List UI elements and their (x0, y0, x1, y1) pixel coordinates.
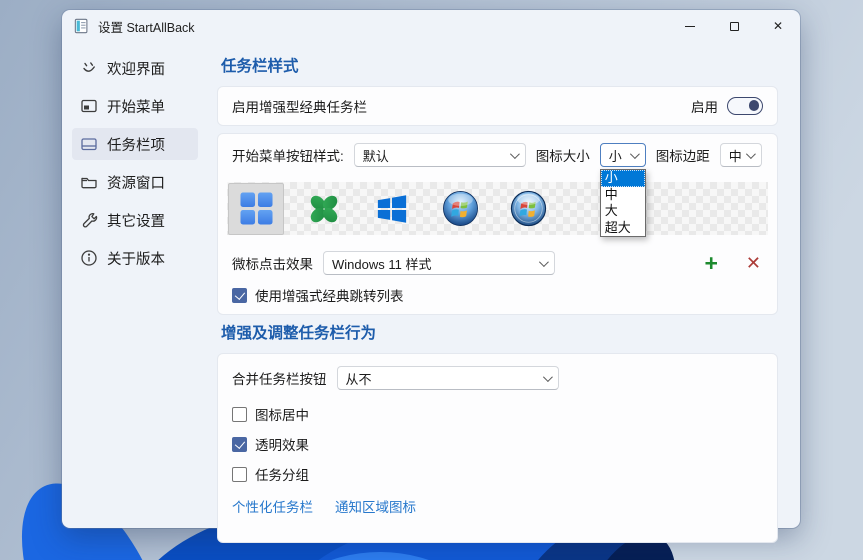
icon-size-option-list: 小 中 大 超大 (600, 169, 646, 237)
windows-10-logo (376, 193, 408, 225)
icon-size-value: 小 (609, 146, 622, 165)
chevron-down-icon (630, 149, 640, 159)
toggle-state-label: 启用 (691, 96, 718, 116)
sidebar-item-label: 任务栏项 (107, 134, 165, 155)
sidebar-item-label: 开始菜单 (107, 96, 165, 117)
sidebar-item-about[interactable]: 关于版本 (72, 242, 198, 274)
window-title: 设置 StartAllBack (98, 17, 195, 36)
icon-margin-label: 图标边距 (656, 145, 710, 165)
combine-buttons-value: 从不 (346, 369, 372, 388)
section-heading-taskbar-style: 任务栏样式 (221, 54, 778, 76)
chevron-down-icon (746, 149, 756, 159)
icon-size-select[interactable]: 小 (600, 143, 646, 167)
clover-logo (308, 193, 340, 225)
windows-vista-orb (510, 190, 547, 227)
orb-style-windows-vista[interactable] (500, 183, 556, 235)
personalize-taskbar-link[interactable]: 个性化任务栏 (232, 496, 313, 516)
sidebar-item-label: 欢迎界面 (107, 58, 165, 79)
enable-taskbar-toggle[interactable] (727, 97, 763, 115)
main-content: 任务栏样式 启用增强型经典任务栏 启用 开始菜单按钮样式: 默认 图标大小 (204, 42, 800, 528)
sidebar-item-label: 资源窗口 (107, 172, 165, 193)
sidebar: 欢迎界面 开始菜单 任务栏项 资源窗口 (62, 42, 204, 528)
combine-buttons-select[interactable]: 从不 (337, 366, 559, 390)
close-icon: ✕ (773, 20, 783, 32)
orb-style-windows-11[interactable] (228, 183, 284, 235)
option-extra-large[interactable]: 超大 (601, 220, 645, 237)
maximize-icon (730, 22, 739, 31)
wrench-icon (80, 211, 98, 229)
folder-icon (80, 173, 98, 191)
chevron-down-icon (539, 257, 549, 267)
minimize-icon (685, 26, 695, 27)
start-button-style-value: 默认 (363, 146, 389, 165)
sidebar-item-other-settings[interactable]: 其它设置 (72, 204, 198, 236)
delete-button[interactable]: ✕ (744, 254, 763, 272)
chevron-down-icon (542, 372, 552, 382)
task-grouping-checkbox[interactable] (232, 467, 247, 482)
smiley-icon (80, 59, 98, 77)
start-button-style-select[interactable]: 默认 (354, 143, 526, 167)
enable-taskbar-card: 启用增强型经典任务栏 启用 (217, 86, 778, 126)
app-icon (74, 18, 90, 34)
click-effect-value: Windows 11 样式 (332, 254, 431, 273)
option-large[interactable]: 大 (601, 203, 645, 220)
titlebar: 设置 StartAllBack ✕ (62, 10, 800, 42)
center-icons-checkbox[interactable] (232, 407, 247, 422)
option-small[interactable]: 小 (601, 170, 645, 187)
windows-7-orb (442, 190, 479, 227)
minimize-button[interactable] (668, 11, 712, 41)
section-heading-taskbar-behavior: 增强及调整任务栏行为 (221, 321, 778, 343)
task-grouping-label: 任务分组 (255, 464, 309, 484)
transparency-label: 透明效果 (255, 434, 309, 454)
start-button-style-card: 开始菜单按钮样式: 默认 图标大小 小 小 中 (217, 133, 778, 315)
orb-style-clover[interactable] (296, 183, 352, 235)
chevron-down-icon (510, 149, 520, 159)
settings-window: 设置 StartAllBack ✕ 欢迎界面 开始菜单 (62, 10, 800, 528)
toggle-knob (749, 100, 760, 111)
sidebar-item-welcome[interactable]: 欢迎界面 (72, 52, 198, 84)
sidebar-item-explorer[interactable]: 资源窗口 (72, 166, 198, 198)
sidebar-item-taskbar[interactable]: 任务栏项 (72, 128, 198, 160)
orb-style-windows-10[interactable] (364, 183, 420, 235)
jumplist-checkbox[interactable] (232, 288, 247, 303)
jumplist-label: 使用增强式经典跳转列表 (255, 285, 404, 305)
center-icons-label: 图标居中 (255, 404, 309, 424)
icon-margin-value: 中 (729, 146, 742, 165)
sidebar-item-label: 关于版本 (107, 248, 165, 269)
taskbar-icon (80, 135, 98, 153)
start-button-style-label: 开始菜单按钮样式: (232, 145, 344, 165)
add-button[interactable]: + (702, 252, 719, 275)
click-effect-select[interactable]: Windows 11 样式 (323, 251, 555, 275)
combine-buttons-label: 合并任务栏按钮 (232, 368, 327, 388)
start-menu-icon (80, 97, 98, 115)
maximize-button[interactable] (712, 11, 756, 41)
info-icon (80, 249, 98, 267)
close-button[interactable]: ✕ (756, 11, 800, 41)
notification-area-icons-link[interactable]: 通知区域图标 (335, 496, 416, 516)
sidebar-item-label: 其它设置 (107, 210, 165, 231)
transparency-checkbox[interactable] (232, 437, 247, 452)
start-orb-style-strip (227, 182, 768, 235)
option-medium[interactable]: 中 (601, 187, 645, 204)
icon-margin-select[interactable]: 中 (720, 143, 762, 167)
icon-size-label: 图标大小 (536, 145, 590, 165)
click-effect-label: 微标点击效果 (232, 253, 313, 273)
orb-style-windows-7[interactable] (432, 183, 488, 235)
taskbar-behavior-card: 合并任务栏按钮 从不 图标居中 透明效果 任务分组 (217, 353, 778, 543)
sidebar-item-start-menu[interactable]: 开始菜单 (72, 90, 198, 122)
windows-11-logo (240, 192, 273, 225)
enable-taskbar-label: 启用增强型经典任务栏 (232, 96, 367, 116)
